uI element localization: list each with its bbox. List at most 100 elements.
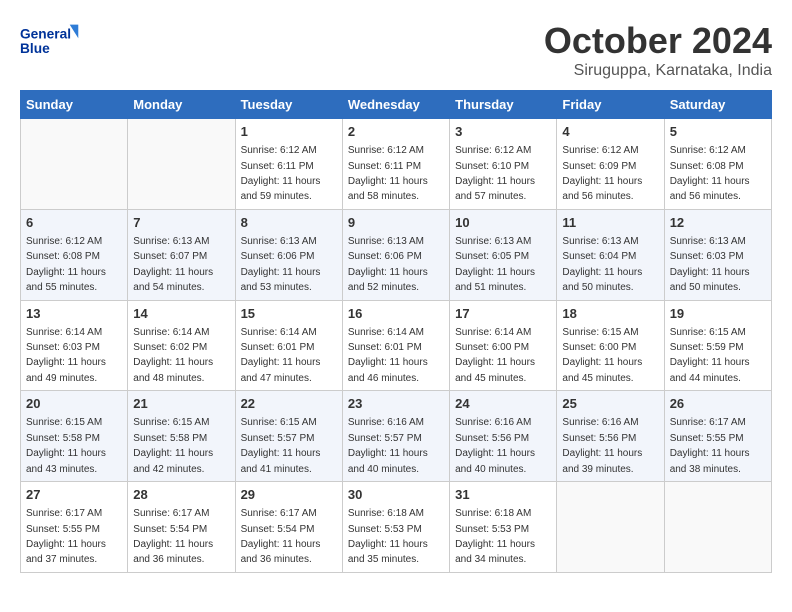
calendar-subtitle: Siruguppa, Karnataka, India: [544, 62, 772, 80]
day-number: 5: [670, 123, 766, 141]
calendar-cell: 16 Sunrise: 6:14 AMSunset: 6:01 PMDaylig…: [342, 300, 449, 391]
day-number: 17: [455, 305, 551, 323]
day-number: 24: [455, 395, 551, 413]
calendar-cell: 6 Sunrise: 6:12 AMSunset: 6:08 PMDayligh…: [21, 209, 128, 300]
day-number: 7: [133, 214, 229, 232]
page-header: General Blue October 2024 Siruguppa, Kar…: [20, 20, 772, 80]
day-info: Sunrise: 6:14 AMSunset: 6:01 PMDaylight:…: [241, 327, 321, 384]
day-number: 19: [670, 305, 766, 323]
day-number: 12: [670, 214, 766, 232]
day-number: 26: [670, 395, 766, 413]
day-number: 9: [348, 214, 444, 232]
calendar-cell: [128, 119, 235, 210]
calendar-cell: 26 Sunrise: 6:17 AMSunset: 5:55 PMDaylig…: [664, 391, 771, 482]
day-number: 15: [241, 305, 337, 323]
calendar-cell: 21 Sunrise: 6:15 AMSunset: 5:58 PMDaylig…: [128, 391, 235, 482]
calendar-cell: 19 Sunrise: 6:15 AMSunset: 5:59 PMDaylig…: [664, 300, 771, 391]
day-info: Sunrise: 6:12 AMSunset: 6:11 PMDaylight:…: [348, 145, 428, 202]
day-number: 27: [26, 486, 122, 504]
day-info: Sunrise: 6:13 AMSunset: 6:06 PMDaylight:…: [348, 236, 428, 293]
column-header-tuesday: Tuesday: [235, 91, 342, 119]
day-info: Sunrise: 6:12 AMSunset: 6:11 PMDaylight:…: [241, 145, 321, 202]
day-info: Sunrise: 6:17 AMSunset: 5:54 PMDaylight:…: [133, 508, 213, 565]
column-header-sunday: Sunday: [21, 91, 128, 119]
day-number: 1: [241, 123, 337, 141]
calendar-cell: 20 Sunrise: 6:15 AMSunset: 5:58 PMDaylig…: [21, 391, 128, 482]
day-number: 11: [562, 214, 658, 232]
day-info: Sunrise: 6:15 AMSunset: 6:00 PMDaylight:…: [562, 327, 642, 384]
calendar-cell: 8 Sunrise: 6:13 AMSunset: 6:06 PMDayligh…: [235, 209, 342, 300]
day-number: 6: [26, 214, 122, 232]
day-info: Sunrise: 6:18 AMSunset: 5:53 PMDaylight:…: [455, 508, 535, 565]
calendar-cell: 27 Sunrise: 6:17 AMSunset: 5:55 PMDaylig…: [21, 482, 128, 573]
calendar-table: SundayMondayTuesdayWednesdayThursdayFrid…: [20, 90, 772, 573]
day-info: Sunrise: 6:13 AMSunset: 6:03 PMDaylight:…: [670, 236, 750, 293]
day-info: Sunrise: 6:15 AMSunset: 5:58 PMDaylight:…: [26, 417, 106, 474]
day-number: 8: [241, 214, 337, 232]
calendar-cell: 23 Sunrise: 6:16 AMSunset: 5:57 PMDaylig…: [342, 391, 449, 482]
calendar-cell: [664, 482, 771, 573]
column-header-thursday: Thursday: [450, 91, 557, 119]
calendar-cell: 14 Sunrise: 6:14 AMSunset: 6:02 PMDaylig…: [128, 300, 235, 391]
calendar-cell: 18 Sunrise: 6:15 AMSunset: 6:00 PMDaylig…: [557, 300, 664, 391]
column-header-wednesday: Wednesday: [342, 91, 449, 119]
calendar-cell: [21, 119, 128, 210]
day-info: Sunrise: 6:14 AMSunset: 6:01 PMDaylight:…: [348, 327, 428, 384]
day-info: Sunrise: 6:13 AMSunset: 6:07 PMDaylight:…: [133, 236, 213, 293]
day-info: Sunrise: 6:17 AMSunset: 5:55 PMDaylight:…: [26, 508, 106, 565]
day-info: Sunrise: 6:17 AMSunset: 5:55 PMDaylight:…: [670, 417, 750, 474]
calendar-cell: 10 Sunrise: 6:13 AMSunset: 6:05 PMDaylig…: [450, 209, 557, 300]
calendar-cell: 3 Sunrise: 6:12 AMSunset: 6:10 PMDayligh…: [450, 119, 557, 210]
day-info: Sunrise: 6:14 AMSunset: 6:03 PMDaylight:…: [26, 327, 106, 384]
logo: General Blue: [20, 20, 80, 60]
calendar-cell: 9 Sunrise: 6:13 AMSunset: 6:06 PMDayligh…: [342, 209, 449, 300]
column-header-monday: Monday: [128, 91, 235, 119]
calendar-cell: 11 Sunrise: 6:13 AMSunset: 6:04 PMDaylig…: [557, 209, 664, 300]
svg-text:Blue: Blue: [20, 41, 50, 56]
calendar-cell: [557, 482, 664, 573]
day-number: 2: [348, 123, 444, 141]
day-number: 3: [455, 123, 551, 141]
day-info: Sunrise: 6:13 AMSunset: 6:06 PMDaylight:…: [241, 236, 321, 293]
calendar-cell: 7 Sunrise: 6:13 AMSunset: 6:07 PMDayligh…: [128, 209, 235, 300]
day-info: Sunrise: 6:16 AMSunset: 5:56 PMDaylight:…: [562, 417, 642, 474]
day-info: Sunrise: 6:17 AMSunset: 5:54 PMDaylight:…: [241, 508, 321, 565]
calendar-cell: 1 Sunrise: 6:12 AMSunset: 6:11 PMDayligh…: [235, 119, 342, 210]
calendar-cell: 25 Sunrise: 6:16 AMSunset: 5:56 PMDaylig…: [557, 391, 664, 482]
column-header-saturday: Saturday: [664, 91, 771, 119]
calendar-cell: 12 Sunrise: 6:13 AMSunset: 6:03 PMDaylig…: [664, 209, 771, 300]
day-number: 4: [562, 123, 658, 141]
day-info: Sunrise: 6:16 AMSunset: 5:57 PMDaylight:…: [348, 417, 428, 474]
calendar-cell: 13 Sunrise: 6:14 AMSunset: 6:03 PMDaylig…: [21, 300, 128, 391]
day-info: Sunrise: 6:13 AMSunset: 6:05 PMDaylight:…: [455, 236, 535, 293]
calendar-cell: 30 Sunrise: 6:18 AMSunset: 5:53 PMDaylig…: [342, 482, 449, 573]
day-number: 31: [455, 486, 551, 504]
day-number: 13: [26, 305, 122, 323]
calendar-cell: 28 Sunrise: 6:17 AMSunset: 5:54 PMDaylig…: [128, 482, 235, 573]
calendar-cell: 4 Sunrise: 6:12 AMSunset: 6:09 PMDayligh…: [557, 119, 664, 210]
column-header-friday: Friday: [557, 91, 664, 119]
calendar-cell: 24 Sunrise: 6:16 AMSunset: 5:56 PMDaylig…: [450, 391, 557, 482]
calendar-cell: 17 Sunrise: 6:14 AMSunset: 6:00 PMDaylig…: [450, 300, 557, 391]
logo-svg: General Blue: [20, 20, 80, 60]
day-info: Sunrise: 6:12 AMSunset: 6:10 PMDaylight:…: [455, 145, 535, 202]
day-number: 21: [133, 395, 229, 413]
title-block: October 2024 Siruguppa, Karnataka, India: [544, 20, 772, 80]
day-info: Sunrise: 6:14 AMSunset: 6:02 PMDaylight:…: [133, 327, 213, 384]
day-info: Sunrise: 6:14 AMSunset: 6:00 PMDaylight:…: [455, 327, 535, 384]
day-number: 23: [348, 395, 444, 413]
day-info: Sunrise: 6:18 AMSunset: 5:53 PMDaylight:…: [348, 508, 428, 565]
day-info: Sunrise: 6:15 AMSunset: 5:59 PMDaylight:…: [670, 327, 750, 384]
day-info: Sunrise: 6:12 AMSunset: 6:08 PMDaylight:…: [670, 145, 750, 202]
calendar-cell: 31 Sunrise: 6:18 AMSunset: 5:53 PMDaylig…: [450, 482, 557, 573]
day-info: Sunrise: 6:15 AMSunset: 5:57 PMDaylight:…: [241, 417, 321, 474]
calendar-cell: 5 Sunrise: 6:12 AMSunset: 6:08 PMDayligh…: [664, 119, 771, 210]
day-number: 30: [348, 486, 444, 504]
day-number: 28: [133, 486, 229, 504]
day-number: 14: [133, 305, 229, 323]
day-number: 29: [241, 486, 337, 504]
day-number: 18: [562, 305, 658, 323]
calendar-cell: 15 Sunrise: 6:14 AMSunset: 6:01 PMDaylig…: [235, 300, 342, 391]
day-number: 20: [26, 395, 122, 413]
calendar-cell: 22 Sunrise: 6:15 AMSunset: 5:57 PMDaylig…: [235, 391, 342, 482]
